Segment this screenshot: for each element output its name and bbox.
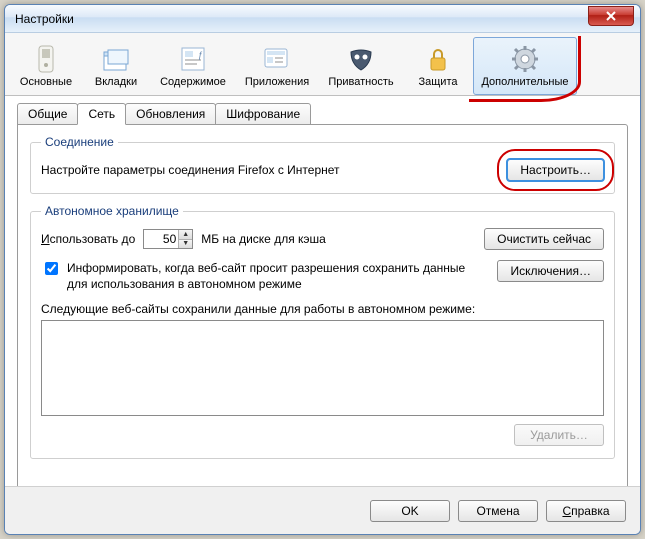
dialog-footer: OK Отмена Справка — [5, 486, 640, 534]
mask-icon — [346, 44, 376, 74]
apps-icon — [262, 44, 292, 74]
category-toolbar: Основные Вкладки ƒ Содержимое Приложения… — [5, 33, 640, 96]
stepper-arrows[interactable]: ▲▼ — [178, 230, 192, 248]
tool-advanced[interactable]: Дополнительные — [473, 37, 577, 95]
subtabs: Общие Сеть Обновления Шифрование — [17, 103, 628, 125]
cancel-button[interactable]: Отмена — [458, 500, 538, 522]
close-button[interactable] — [588, 6, 634, 26]
switch-icon — [31, 44, 61, 74]
network-panel: Соединение Настройте параметры соединени… — [17, 124, 628, 504]
stored-label: Следующие веб-сайты сохранили данные для… — [41, 302, 604, 316]
offline-group: Автономное хранилище Использовать до ▲▼ … — [30, 204, 615, 459]
connection-legend: Соединение — [41, 135, 118, 149]
svg-text:ƒ: ƒ — [198, 50, 203, 60]
gear-icon — [510, 44, 540, 74]
mb-suffix-label: МБ на диске для кэша — [201, 232, 326, 246]
subtab-general[interactable]: Общие — [17, 103, 78, 125]
tool-tabs[interactable]: Вкладки — [81, 37, 151, 95]
exceptions-button[interactable]: Исключения… — [497, 260, 604, 282]
connection-group: Соединение Настройте параметры соединени… — [30, 135, 615, 194]
offline-legend: Автономное хранилище — [41, 204, 183, 218]
subtab-updates[interactable]: Обновления — [125, 103, 216, 125]
connection-desc: Настройте параметры соединения Firefox с… — [41, 163, 499, 177]
tool-general[interactable]: Основные — [11, 37, 81, 95]
tool-apps[interactable]: Приложения — [235, 37, 319, 95]
tabs-icon — [101, 44, 131, 74]
delete-button[interactable]: Удалить… — [514, 424, 604, 446]
ok-button[interactable]: OK — [370, 500, 450, 522]
subtab-network[interactable]: Сеть — [77, 103, 126, 125]
inform-checkbox[interactable] — [45, 262, 58, 275]
inform-label: Информировать, когда веб-сайт просит раз… — [67, 260, 481, 292]
offline-sites-listbox[interactable] — [41, 320, 604, 416]
settings-window: Настройки Основные Вкладки ƒ Содержимое … — [4, 4, 641, 535]
titlebar: Настройки — [5, 5, 640, 33]
content-icon: ƒ — [178, 44, 208, 74]
use-up-to-label: Использовать до — [41, 232, 135, 246]
lock-icon — [423, 44, 453, 74]
tool-security[interactable]: Защита — [403, 37, 473, 95]
close-icon — [606, 11, 616, 21]
clear-now-button[interactable]: Очистить сейчас — [484, 228, 604, 250]
configure-button[interactable]: Настроить… — [507, 159, 604, 181]
panel-body: Общие Сеть Обновления Шифрование Соедине… — [5, 96, 640, 514]
subtab-encryption[interactable]: Шифрование — [215, 103, 311, 125]
tool-privacy[interactable]: Приватность — [319, 37, 403, 95]
window-title: Настройки — [15, 12, 588, 26]
tool-content[interactable]: ƒ Содержимое — [151, 37, 235, 95]
cache-size-stepper[interactable]: ▲▼ — [143, 229, 193, 249]
help-button[interactable]: Справка — [546, 500, 626, 522]
